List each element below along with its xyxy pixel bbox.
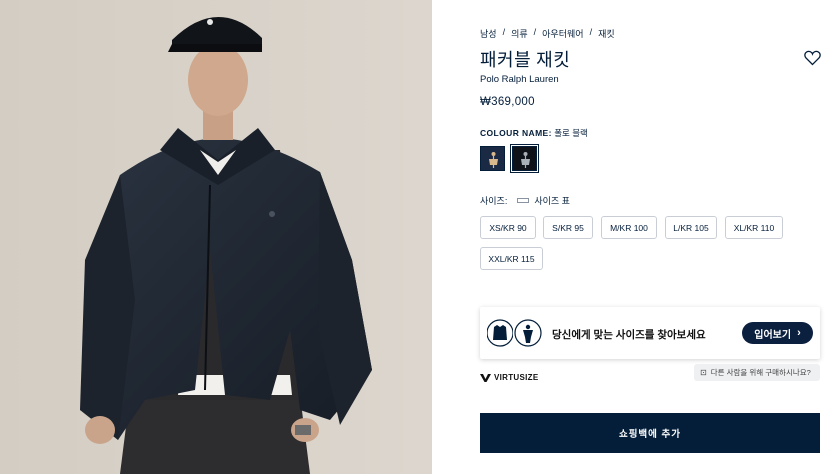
virtusize-widget[interactable]: 당신에게 맞는 사이즈를 찾아보세요 입어보기 ›	[480, 307, 820, 359]
size-option-s[interactable]: S/KR 95	[543, 216, 593, 239]
breadcrumb-item-clothing[interactable]: 의류	[511, 27, 528, 40]
try-on-button[interactable]: 입어보기 ›	[742, 322, 813, 344]
wishlist-button[interactable]	[804, 50, 821, 66]
breadcrumb-item-men[interactable]: 남성	[480, 27, 497, 40]
breadcrumb: 남성 / 의류 / 아우터웨어 / 재킷	[480, 27, 615, 40]
product-brand: Polo Ralph Lauren	[480, 74, 559, 85]
virtusize-logo-text: VIRTUSIZE	[494, 373, 539, 382]
size-guide-link[interactable]: 사이즈 표	[517, 194, 570, 207]
size-label: 사이즈:	[480, 196, 508, 206]
body-figure-icon	[514, 319, 542, 347]
product-details-panel: 남성 / 의류 / 아우터웨어 / 재킷 패커블 재킷 Polo Ralph L…	[480, 0, 821, 474]
breadcrumb-item-outerwear[interactable]: 아우터웨어	[542, 27, 583, 40]
try-on-label: 입어보기	[754, 329, 792, 341]
heart-icon	[804, 50, 821, 66]
breadcrumb-separator: /	[589, 27, 593, 37]
colour-label: COLOUR NAME: 폴로 블랙	[480, 127, 588, 139]
size-option-xs[interactable]: XS/KR 90	[480, 216, 536, 239]
buying-for-others-link[interactable]: ⊡ 다른 사람을 위해 구매하시나요?	[694, 364, 820, 381]
gift-icon: ⊡	[700, 368, 707, 377]
colour-selected-name: 폴로 블랙	[554, 128, 588, 138]
size-option-xxl[interactable]: XXL/KR 115	[480, 247, 543, 270]
chevron-right-icon: ›	[797, 327, 801, 339]
product-image[interactable]	[0, 0, 432, 474]
pony-logo-icon	[481, 147, 504, 170]
size-option-l[interactable]: L/KR 105	[665, 216, 717, 239]
breadcrumb-item-jackets[interactable]: 재킷	[598, 27, 615, 40]
breadcrumb-separator: /	[502, 27, 506, 37]
product-price: ₩369,000	[480, 96, 535, 108]
product-title: 패커블 재킷	[480, 50, 571, 70]
add-to-bag-button[interactable]: 쇼핑백에 추가	[480, 413, 820, 453]
ruler-icon	[517, 198, 530, 203]
model-illustration	[0, 0, 432, 474]
virtusize-v-icon	[480, 373, 491, 382]
size-guide-label: 사이즈 표	[534, 196, 570, 206]
size-option-m[interactable]: M/KR 100	[601, 216, 657, 239]
virtusize-logo: VIRTUSIZE	[480, 373, 538, 382]
colour-label-title: COLOUR NAME:	[480, 128, 552, 138]
breadcrumb-separator: /	[533, 27, 537, 37]
size-option-xl[interactable]: XL/KR 110	[725, 216, 783, 239]
colour-swatch-navy[interactable]	[480, 146, 505, 171]
pony-logo-icon	[513, 147, 536, 170]
buying-for-others-label: 다른 사람을 위해 구매하시나요?	[710, 368, 811, 377]
colour-swatch-polo-black[interactable]	[510, 144, 539, 173]
size-label-row: 사이즈: 사이즈 표	[480, 194, 570, 207]
jacket-icon	[487, 319, 513, 347]
virtusize-prompt: 당신에게 맞는 사이즈를 찾아보세요	[552, 329, 706, 341]
